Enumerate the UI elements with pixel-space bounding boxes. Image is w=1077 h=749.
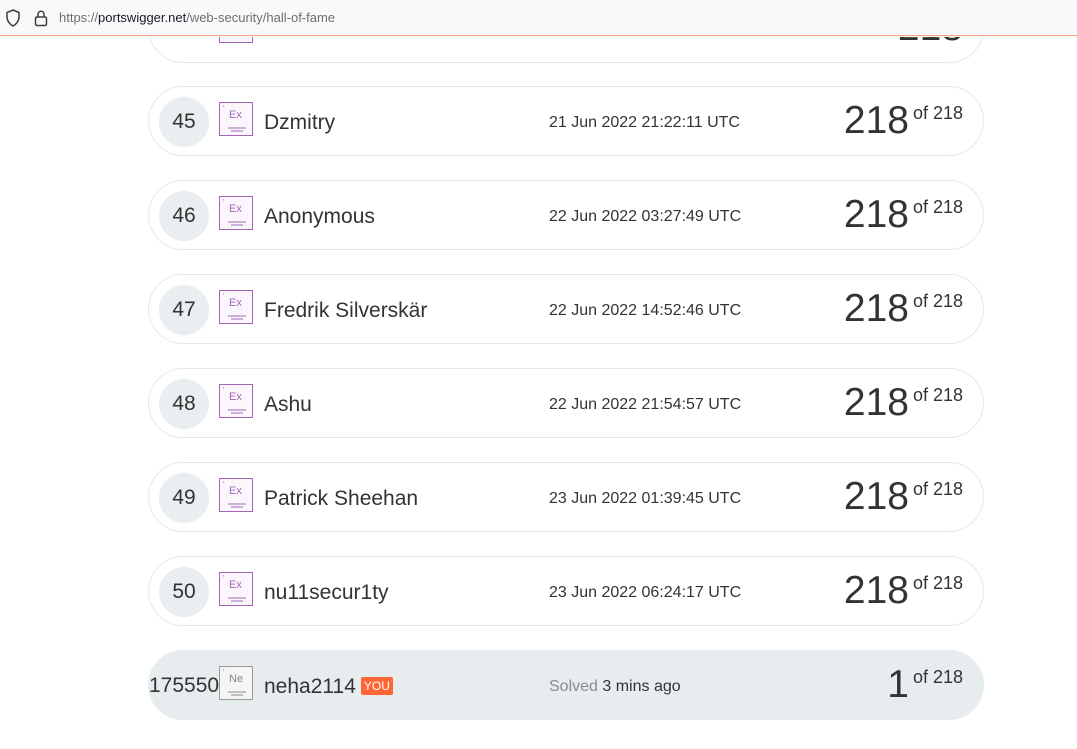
user-name: Anonymous: [264, 205, 375, 228]
score: 218 of 218: [844, 287, 963, 331]
rank-number: 47: [159, 285, 209, 335]
completion-date: 23 Jun 2022 06:24:17 UTC: [549, 584, 742, 601]
completion-date: 21 Jun 2022 21:22:11 UTC: [549, 114, 740, 131]
user-name: Fredrik Silverskär: [264, 299, 428, 322]
total-count: of 218: [912, 197, 963, 218]
expert-level-icon: 'Ex: [219, 478, 253, 512]
solved-count: 218: [843, 193, 909, 236]
url-host: portswigger.net: [98, 10, 187, 25]
solved-count: 218: [843, 381, 909, 424]
score: 218: [898, 37, 963, 50]
completion-date: 22 Jun 2022 21:54:57 UTC: [549, 396, 742, 413]
expert-level-icon: 'Ex: [219, 384, 253, 418]
completion-date: 23 Jun 2022 01:39:45 UTC: [549, 490, 742, 507]
leaderboard-row: 'Ex 218: [148, 37, 984, 63]
leaderboard-row: 49 ' Ex Patrick Sheehan 23 Jun 2022 01:39…: [148, 462, 984, 532]
total-count: of 218: [912, 385, 963, 406]
score: 218 of 218: [844, 475, 963, 519]
solved-count: 218: [843, 569, 909, 612]
score: 1 of 218: [887, 663, 963, 707]
leaderboard-row: 47 ' Ex Fredrik Silverskär 22 Jun 2022 14…: [148, 274, 984, 344]
url-path: /web-security/hall-of-fame: [186, 10, 336, 25]
solved-count: 218: [843, 99, 909, 142]
user-name: Ashu: [264, 393, 312, 416]
leaderboard-row: 50 ' Ex nu11secur1ty 23 Jun 2022 06:24:17…: [148, 556, 984, 626]
score: 218 of 218: [844, 381, 963, 425]
user-name: nu11secur1ty: [264, 581, 389, 604]
solved-count: 1: [887, 663, 909, 706]
solved-time: Solved 3 mins ago: [549, 678, 681, 696]
total-count: of 218: [912, 103, 963, 124]
leaderboard-row: 46 ' Ex Anonymous 22 Jun 2022 03:27:49 UT…: [148, 180, 984, 250]
expert-level-icon: 'Ex: [219, 290, 253, 324]
current-user-row: 175550 ' Ne neha2114 YOU Solved 3 mins ago…: [148, 650, 984, 720]
solved-label: Solved: [549, 678, 598, 695]
total-count: of 218: [912, 573, 963, 594]
url-text[interactable]: https://portswigger.net/web-security/hal…: [59, 10, 335, 25]
expert-level-icon: 'Ex: [219, 102, 253, 136]
rank-number: 49: [159, 473, 209, 523]
rank-number: 48: [159, 379, 209, 429]
total-count: of 218: [912, 291, 963, 312]
score: 218 of 218: [844, 193, 963, 237]
completion-date: 22 Jun 2022 14:52:46 UTC: [549, 302, 742, 319]
total-count: of 218: [912, 667, 963, 688]
leaderboard-row: 45 ' Ex Dzmitry 21 Jun 2022 21:22:11 UTC …: [148, 86, 984, 156]
leaderboard-row: 48 ' Ex Ashu 22 Jun 2022 21:54:57 UTC 218…: [148, 368, 984, 438]
user-name: neha2114 YOU: [264, 675, 393, 699]
browser-url-bar[interactable]: https://portswigger.net/web-security/hal…: [0, 0, 1077, 36]
shield-icon[interactable]: [5, 9, 21, 27]
expert-level-icon: 'Ex: [219, 37, 253, 43]
rank-number: 46: [159, 191, 209, 241]
you-badge: YOU: [360, 677, 393, 695]
solved-when: 3 mins ago: [602, 678, 681, 695]
hall-of-fame-leaderboard: 'Ex 218 45 'Ex Dzmitry 21 Jun 2022 21:22…: [0, 37, 1077, 749]
rank-number: 50: [159, 567, 209, 617]
score: 218 of 218: [844, 569, 963, 613]
novice-level-icon: ' Ne: [219, 666, 253, 700]
solved-count: 218: [843, 475, 909, 518]
user-name: Patrick Sheehan: [264, 487, 419, 510]
rank-number: 45: [159, 97, 209, 147]
solved-count: 218: [898, 37, 963, 49]
rank-number: 175550: [149, 674, 220, 697]
solved-count: 218: [843, 287, 909, 330]
score: 218 of 218: [844, 99, 963, 143]
completion-date: 22 Jun 2022 03:27:49 UTC: [549, 208, 742, 225]
url-scheme: https://: [59, 10, 99, 25]
current-user-name: neha2114: [264, 675, 356, 698]
expert-level-icon: 'Ex: [219, 572, 253, 606]
total-count: of 218: [912, 479, 963, 500]
lock-icon[interactable]: [33, 9, 49, 27]
expert-level-icon: 'Ex: [219, 196, 253, 230]
user-name: Dzmitry: [264, 111, 336, 134]
